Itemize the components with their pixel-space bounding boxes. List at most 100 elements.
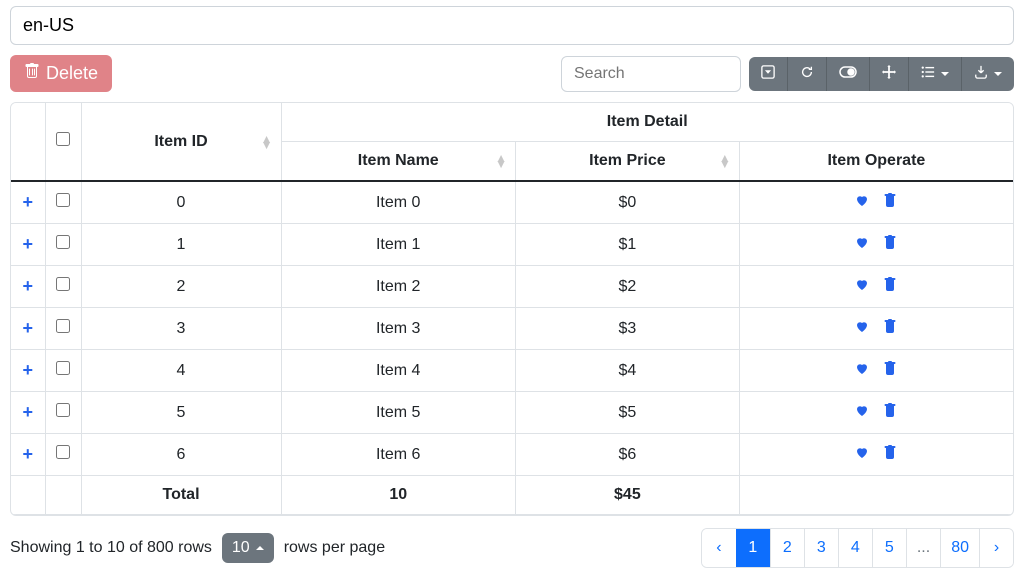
trash-icon[interactable] [882,276,898,297]
pagination-page[interactable]: 3 [804,529,838,567]
pagination-ellipsis: ... [906,529,940,567]
table-row: +4Item 4$4 [11,350,1013,392]
showing-text: Showing 1 to 10 of 800 rows [10,539,212,557]
expand-row-button[interactable]: + [22,276,33,296]
cell-price: $2 [515,266,739,308]
heart-icon[interactable] [854,318,870,339]
header-item-name-label: Item Name [358,152,439,169]
row-checkbox[interactable] [56,193,70,207]
cell-id: 6 [81,434,281,476]
expand-row-button[interactable]: + [22,444,33,464]
row-checkbox[interactable] [56,319,70,333]
row-checkbox[interactable] [56,235,70,249]
heart-icon[interactable] [854,444,870,465]
pagination-page[interactable]: 5 [872,529,906,567]
caret-square-down-icon [761,65,775,83]
header-item-operate: Item Operate [739,142,1013,182]
heart-icon[interactable] [854,360,870,381]
header-item-id[interactable]: Item ID ▲▼ [81,103,281,181]
expand-row-button[interactable]: + [22,234,33,254]
header-item-id-label: Item ID [154,133,207,150]
footer-total-sum: $45 [515,476,739,515]
locale-input[interactable] [10,6,1014,45]
heart-icon[interactable] [854,276,870,297]
cell-name: Item 4 [281,350,515,392]
download-icon [974,65,988,83]
cell-id: 0 [81,181,281,224]
header-expand [11,103,45,181]
heart-icon[interactable] [854,402,870,423]
cell-name: Item 6 [281,434,515,476]
cell-id: 3 [81,308,281,350]
trash-icon[interactable] [882,360,898,381]
caret-down-icon [941,65,949,82]
table-actions-group [749,57,1014,91]
toggle-button[interactable] [826,57,869,91]
pagination-prev[interactable]: ‹ [702,529,736,567]
header-item-detail: Item Detail [281,103,1013,142]
heart-icon[interactable] [854,192,870,213]
expand-row-button[interactable]: + [22,318,33,338]
delete-button[interactable]: Delete [10,55,112,92]
row-checkbox[interactable] [56,445,70,459]
pagination-last[interactable]: 80 [940,529,979,567]
table-row: +6Item 6$6 [11,434,1013,476]
footer-total-count: 10 [281,476,515,515]
table-row: +1Item 1$1 [11,224,1013,266]
fullscreen-button[interactable] [869,57,908,91]
caret-up-icon [256,539,264,557]
row-checkbox[interactable] [56,277,70,291]
dropdown-toggle-button[interactable] [749,57,787,91]
pagination-page[interactable]: 4 [838,529,872,567]
trash-icon[interactable] [882,192,898,213]
header-item-name[interactable]: Item Name ▲▼ [281,142,515,182]
pagination-page[interactable]: 2 [770,529,804,567]
cell-name: Item 2 [281,266,515,308]
header-item-price-label: Item Price [589,152,665,169]
trash-icon[interactable] [882,234,898,255]
cell-price: $5 [515,392,739,434]
trash-icon[interactable] [882,318,898,339]
caret-down-icon [994,65,1002,82]
toggle-icon [839,65,857,82]
refresh-button[interactable] [787,57,826,91]
delete-button-label: Delete [46,63,98,84]
rows-per-page-label: rows per page [284,539,385,557]
row-checkbox[interactable] [56,361,70,375]
row-checkbox[interactable] [56,403,70,417]
expand-row-button[interactable]: + [22,192,33,212]
table-row: +0Item 0$0 [11,181,1013,224]
search-input[interactable] [561,56,741,92]
heart-icon[interactable] [854,234,870,255]
cell-price: $0 [515,181,739,224]
bottom-bar: Showing 1 to 10 of 800 rows 10 rows per … [10,528,1014,568]
sort-icon: ▲▼ [261,136,273,148]
sort-icon: ▲▼ [719,155,731,167]
list-icon [921,65,935,83]
footer-row: Total 10 $45 [11,476,1013,515]
pagination-page[interactable]: 1 [736,529,770,567]
cell-price: $1 [515,224,739,266]
expand-row-button[interactable]: + [22,360,33,380]
page-size-dropdown[interactable]: 10 [222,533,274,563]
cell-id: 4 [81,350,281,392]
cell-price: $3 [515,308,739,350]
trash-icon[interactable] [882,402,898,423]
footer-total-label: Total [81,476,281,515]
select-all-checkbox[interactable] [56,132,70,146]
cell-price: $4 [515,350,739,392]
sort-icon: ▲▼ [495,155,507,167]
cell-price: $6 [515,434,739,476]
trash-icon[interactable] [882,444,898,465]
cell-id: 5 [81,392,281,434]
columns-button[interactable] [908,57,961,91]
expand-row-button[interactable]: + [22,402,33,422]
cell-id: 1 [81,224,281,266]
pagination-next[interactable]: › [979,529,1013,567]
table-row: +5Item 5$5 [11,392,1013,434]
cell-name: Item 1 [281,224,515,266]
cell-id: 2 [81,266,281,308]
header-item-price[interactable]: Item Price ▲▼ [515,142,739,182]
table-row: +2Item 2$2 [11,266,1013,308]
export-button[interactable] [961,57,1014,91]
